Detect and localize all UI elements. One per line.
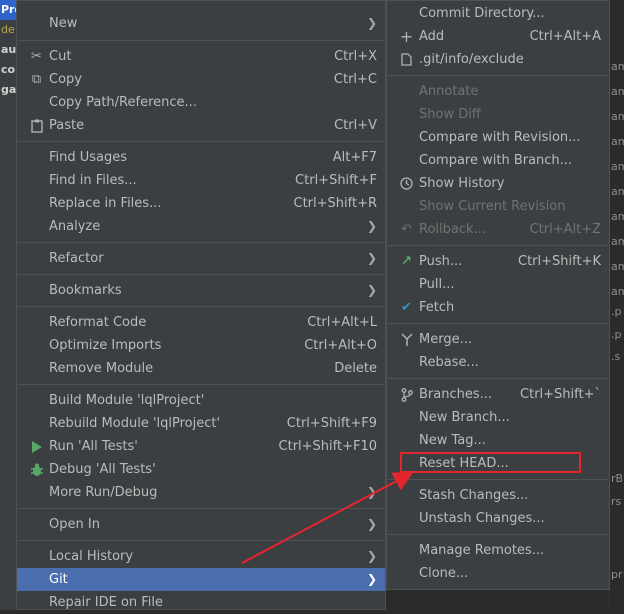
annotation-arrow <box>241 472 414 564</box>
